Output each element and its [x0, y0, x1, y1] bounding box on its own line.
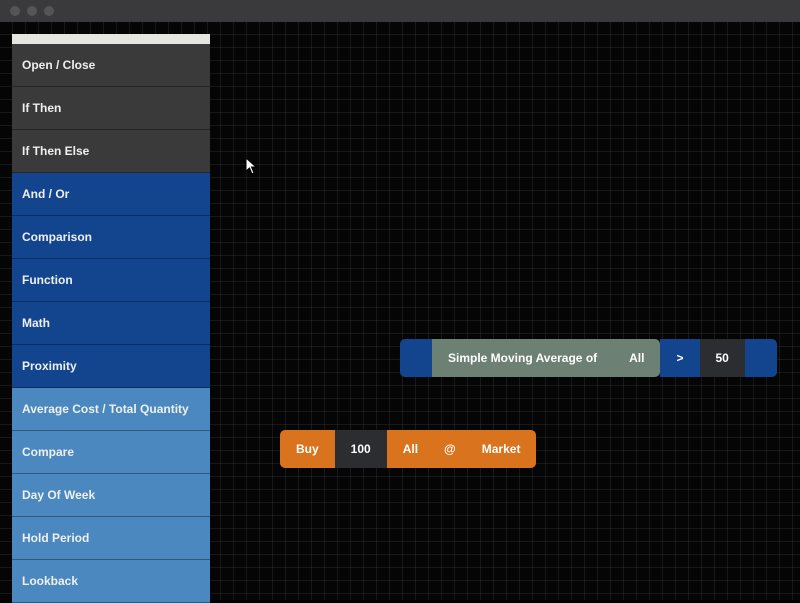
- sidebar-item-label: Hold Period: [22, 531, 89, 545]
- comparison-function-slot[interactable]: Simple Moving Average of: [432, 339, 613, 377]
- node-handle-right[interactable]: [745, 339, 777, 377]
- action-node[interactable]: Buy 100 All @ Market: [280, 430, 536, 468]
- zoom-icon[interactable]: [44, 6, 54, 16]
- window-titlebar: [0, 0, 800, 22]
- quantity-label: 100: [351, 442, 371, 456]
- comparison-value-slot[interactable]: 50: [700, 339, 745, 377]
- sidebar-item-label: If Then: [22, 101, 61, 115]
- close-icon[interactable]: [10, 6, 20, 16]
- sidebar-item-label: Function: [22, 273, 73, 287]
- comparison-operator-slot[interactable]: >: [660, 339, 699, 377]
- action-target-slot[interactable]: All: [387, 430, 434, 468]
- sidebar-item-label: Lookback: [22, 574, 78, 588]
- sidebar-item-label: Average Cost / Total Quantity: [22, 402, 189, 416]
- sidebar-item-day-of-week[interactable]: Day Of Week: [12, 474, 210, 517]
- operator-label: >: [676, 351, 683, 365]
- minimize-icon[interactable]: [27, 6, 37, 16]
- sidebar-item-label: Day Of Week: [22, 488, 95, 502]
- sidebar-item-open-close[interactable]: Open / Close: [12, 44, 210, 87]
- sidebar-panel: Open / Close If Then If Then Else And / …: [12, 34, 210, 603]
- ordertype-label: Market: [482, 442, 521, 456]
- action-at-slot: @: [434, 430, 466, 468]
- sidebar-item-hold-period[interactable]: Hold Period: [12, 517, 210, 560]
- sidebar-item-proximity[interactable]: Proximity: [12, 345, 210, 388]
- sidebar-item-label: Math: [22, 316, 50, 330]
- canvas-area[interactable]: Open / Close If Then If Then Else And / …: [0, 22, 800, 600]
- comparison-node[interactable]: Simple Moving Average of All > 50: [400, 339, 777, 377]
- function-label: Simple Moving Average of: [448, 351, 597, 365]
- sidebar-item-and-or[interactable]: And / Or: [12, 173, 210, 216]
- sidebar-item-avg-cost-total-qty[interactable]: Average Cost / Total Quantity: [12, 388, 210, 431]
- sidebar-drag-strip[interactable]: [12, 34, 210, 44]
- sidebar-item-if-then[interactable]: If Then: [12, 87, 210, 130]
- sidebar-item-math[interactable]: Math: [12, 302, 210, 345]
- node-handle-left[interactable]: [400, 339, 432, 377]
- sidebar-item-label: Open / Close: [22, 58, 95, 72]
- sidebar-item-label: Comparison: [22, 230, 92, 244]
- value-label: 50: [716, 351, 729, 365]
- action-quantity-slot[interactable]: 100: [335, 430, 387, 468]
- comparison-scope-slot[interactable]: All: [613, 339, 660, 377]
- sidebar-item-compare[interactable]: Compare: [12, 431, 210, 474]
- target-label: All: [403, 442, 418, 456]
- sidebar-item-lookback[interactable]: Lookback: [12, 560, 210, 603]
- sidebar-item-label: Proximity: [22, 359, 77, 373]
- sidebar-item-comparison[interactable]: Comparison: [12, 216, 210, 259]
- sidebar-item-label: If Then Else: [22, 144, 89, 158]
- action-verb-slot[interactable]: Buy: [280, 430, 335, 468]
- sidebar-item-if-then-else[interactable]: If Then Else: [12, 130, 210, 173]
- scope-label: All: [629, 351, 644, 365]
- sidebar-item-label: Compare: [22, 445, 74, 459]
- at-label: @: [444, 442, 456, 456]
- action-label: Buy: [296, 442, 319, 456]
- sidebar-item-label: And / Or: [22, 187, 69, 201]
- action-ordertype-slot[interactable]: Market: [466, 430, 537, 468]
- sidebar-item-function[interactable]: Function: [12, 259, 210, 302]
- cursor-icon: [245, 157, 259, 175]
